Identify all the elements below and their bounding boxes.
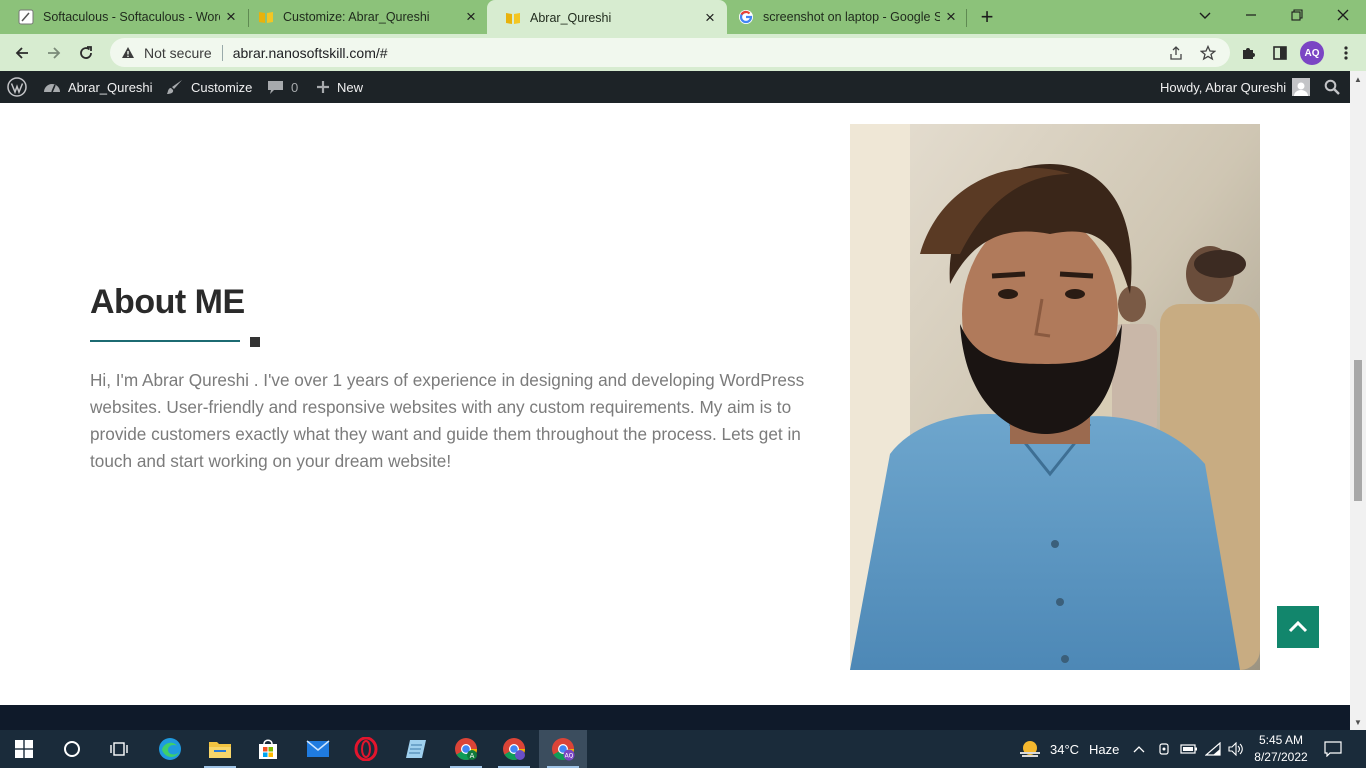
heading-underline	[90, 340, 240, 342]
new-content-menu[interactable]: New	[316, 71, 363, 103]
omnibox-divider	[221, 44, 223, 61]
page-scrollbar[interactable]: ▲ ▼	[1350, 71, 1366, 730]
wordpress-logo-icon[interactable]	[7, 71, 27, 103]
scroll-up-arrow-icon[interactable]: ▲	[1350, 71, 1366, 87]
battery-icon[interactable]	[1180, 730, 1198, 768]
browser-toolbar: Not secure abrar.nanosoftskill.com/# AQ	[0, 34, 1366, 71]
customize-label: Customize	[191, 79, 253, 95]
svg-text:A: A	[470, 752, 475, 760]
chevron-up-icon	[1288, 621, 1308, 633]
side-panel-icon[interactable]	[1266, 39, 1294, 67]
weather-temp: 34°C	[1050, 741, 1080, 757]
howdy-label: Howdy, Abrar Qureshi	[1160, 79, 1287, 95]
tab-search-button[interactable]	[1182, 0, 1228, 30]
scroll-down-arrow-icon[interactable]: ▼	[1350, 714, 1366, 730]
comments-menu[interactable]: 0	[267, 71, 298, 103]
weather-desc: Haze	[1089, 741, 1120, 757]
admin-search-icon[interactable]	[1324, 71, 1340, 103]
user-avatar-icon	[1292, 78, 1311, 96]
comments-count: 0	[291, 79, 299, 95]
tab-softaculous[interactable]: Softaculous - Softaculous - WordPress ×	[0, 0, 248, 34]
softaculous-favicon-icon	[18, 9, 34, 25]
about-heading: About ME	[90, 283, 245, 321]
volume-icon[interactable]	[1228, 730, 1244, 768]
start-icon[interactable]	[0, 730, 48, 768]
site-name-menu[interactable]: Abrar_Qureshi	[43, 71, 153, 103]
page-content: About ME Hi, I'm Abrar Qureshi . I've ov…	[0, 103, 1350, 705]
close-tab-icon[interactable]: ×	[220, 6, 242, 28]
tab-abrar-qureshi[interactable]: Abrar_Qureshi ×	[487, 0, 727, 36]
close-window-button[interactable]	[1320, 0, 1366, 30]
profile-avatar[interactable]: AQ	[1300, 41, 1324, 65]
dashboard-icon	[43, 79, 61, 95]
wifi-icon[interactable]	[1205, 730, 1221, 768]
brush-icon	[166, 78, 184, 96]
tab-customize[interactable]: Customize: Abrar_Qureshi ×	[240, 0, 488, 34]
tab-title: Softaculous - Softaculous - WordPress	[43, 10, 220, 24]
tab-separator	[966, 9, 967, 27]
file-explorer-icon[interactable]	[196, 730, 244, 768]
close-tab-icon[interactable]: ×	[940, 6, 962, 28]
weather-haze-icon	[1018, 739, 1042, 759]
task-view-icon[interactable]	[96, 730, 144, 768]
address-bar[interactable]: Not secure abrar.nanosoftskill.com/#	[110, 38, 1230, 67]
extensions-icon[interactable]	[1234, 39, 1262, 67]
chrome-icon[interactable]	[490, 730, 538, 768]
meet-now-icon[interactable]	[1157, 730, 1171, 768]
chrome-aq-icon[interactable]: AQ	[539, 730, 587, 768]
reload-button[interactable]	[72, 39, 100, 67]
close-tab-icon[interactable]: ×	[460, 6, 482, 28]
chrome-a-icon[interactable]: A	[442, 730, 490, 768]
google-favicon-icon	[738, 9, 754, 25]
about-description: Hi, I'm Abrar Qureshi . I've over 1 year…	[90, 370, 805, 471]
close-tab-icon[interactable]: ×	[699, 7, 721, 29]
weather-widget[interactable]: 34°C Haze	[1018, 730, 1119, 768]
svg-text:AQ: AQ	[565, 753, 574, 760]
warning-icon[interactable]	[120, 45, 136, 61]
site-favicon-icon	[258, 9, 274, 25]
show-hidden-icons-button[interactable]	[1133, 730, 1145, 768]
mail-icon[interactable]	[294, 730, 342, 768]
security-label[interactable]: Not secure	[144, 45, 212, 61]
footer-section-edge	[0, 705, 1350, 730]
windows-taskbar: A AQ 34°C Haze 5:45 AM 8/27/2022	[0, 730, 1366, 768]
url-text[interactable]: abrar.nanosoftskill.com/#	[233, 45, 388, 61]
tab-title: screenshot on laptop - Google Search	[763, 10, 940, 24]
restore-button[interactable]	[1274, 0, 1320, 30]
profile-photo	[850, 124, 1260, 670]
comment-bubble-icon	[267, 79, 284, 95]
tab-title: Customize: Abrar_Qureshi	[283, 10, 430, 24]
my-account-menu[interactable]: Howdy, Abrar Qureshi	[1160, 71, 1311, 103]
tab-google-search[interactable]: screenshot on laptop - Google Search ×	[720, 0, 968, 34]
browser-tab-strip: Softaculous - Softaculous - WordPress × …	[0, 0, 1366, 36]
new-label: New	[337, 79, 364, 95]
edge-icon[interactable]	[146, 730, 194, 768]
notepad-icon[interactable]	[392, 730, 440, 768]
share-icon[interactable]	[1162, 39, 1190, 67]
clock-date: 8/27/2022	[1254, 750, 1308, 764]
taskbar-clock[interactable]: 5:45 AM 8/27/2022	[1250, 732, 1312, 766]
store-icon[interactable]	[244, 730, 292, 768]
search-icon[interactable]	[48, 730, 96, 768]
scrollbar-thumb[interactable]	[1354, 360, 1362, 501]
site-name-label: Abrar_Qureshi	[68, 79, 153, 95]
plus-icon	[316, 80, 330, 94]
wp-admin-bar: Abrar_Qureshi Customize 0 New Howdy, Abr…	[0, 71, 1350, 103]
tab-title: Abrar_Qureshi	[530, 11, 612, 25]
chrome-menu-icon[interactable]	[1332, 39, 1360, 67]
clock-time: 5:45 AM	[1258, 733, 1304, 747]
back-button[interactable]	[8, 39, 36, 67]
bookmark-star-icon[interactable]	[1194, 39, 1222, 67]
new-tab-button[interactable]: +	[974, 4, 1000, 30]
opera-icon[interactable]	[342, 730, 390, 768]
heading-square-accent	[250, 337, 260, 347]
customize-menu[interactable]: Customize	[166, 71, 252, 103]
forward-button[interactable]	[40, 39, 68, 67]
notifications-icon[interactable]	[1324, 730, 1342, 768]
minimize-button[interactable]	[1228, 0, 1274, 30]
site-favicon-icon	[505, 10, 521, 26]
scroll-to-top-button[interactable]	[1277, 606, 1319, 648]
